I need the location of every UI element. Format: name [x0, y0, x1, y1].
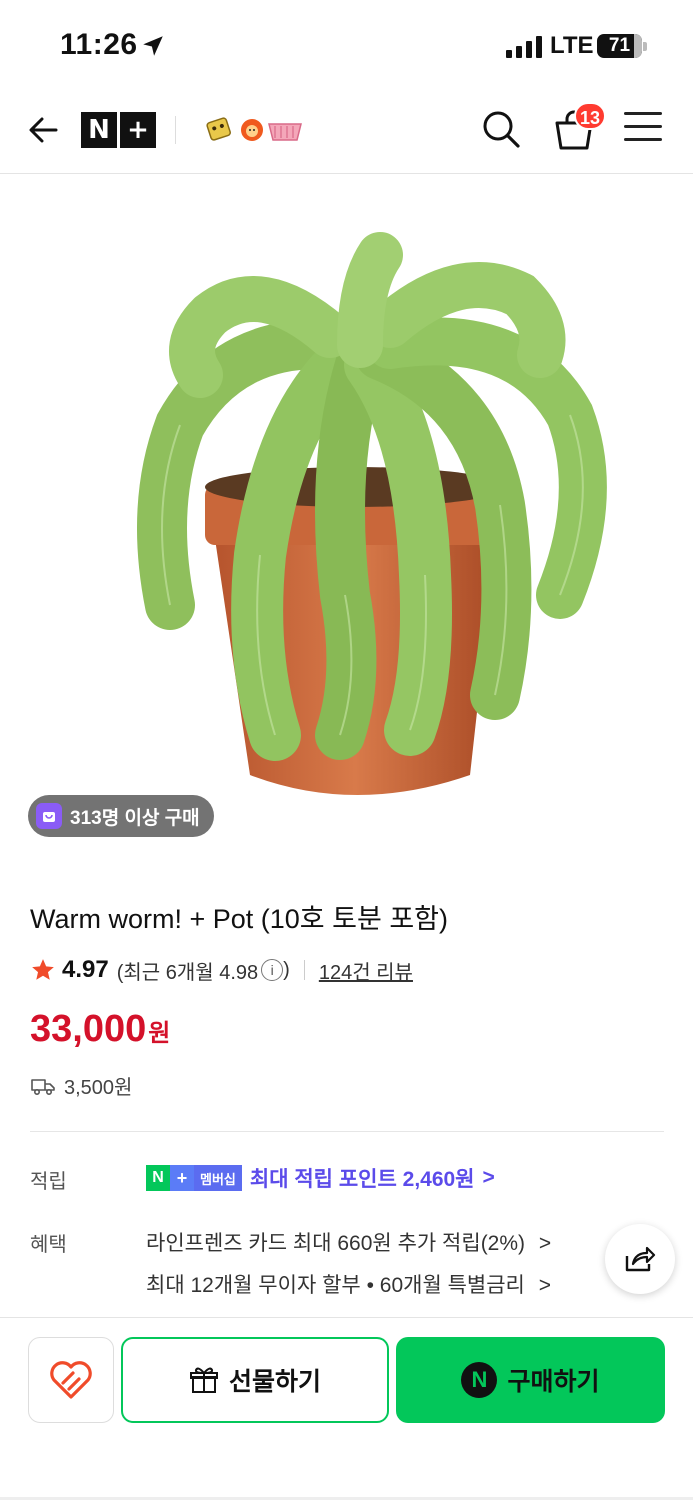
- rating-divider: [303, 960, 305, 980]
- shipping-row: 3,500원: [30, 1071, 132, 1100]
- info-icon[interactable]: i: [261, 959, 284, 981]
- chevron-right-icon: >: [538, 1232, 552, 1255]
- battery-icon: 71: [597, 34, 647, 58]
- shipping-fee: 3,500원: [64, 1077, 133, 1099]
- review-count-link[interactable]: 124건 리뷰: [319, 956, 413, 985]
- shopping-bag-icon: [36, 803, 62, 829]
- membership-points-link[interactable]: N + 멤버십 최대 적립 포인트 2,460원 >: [146, 1163, 495, 1193]
- logo-plus: +: [120, 112, 156, 148]
- card-benefit-text: 라인프렌즈 카드 최대 660원 추가 적립(2%): [146, 1232, 526, 1255]
- share-icon: [625, 1246, 656, 1272]
- signal-icon: [506, 36, 542, 58]
- benefit-label: 혜택: [30, 1234, 67, 1256]
- battery-level: 71: [608, 35, 631, 56]
- status-bar: 11:26 LTE 71: [0, 0, 693, 92]
- buy-button[interactable]: N 구매하기: [396, 1337, 665, 1423]
- back-arrow-icon[interactable]: [24, 110, 64, 150]
- store-logo-image[interactable]: [205, 112, 305, 148]
- star-icon: [32, 959, 54, 980]
- bottom-action-bar: 선물하기 N 구매하기: [0, 1317, 693, 1500]
- recent-rating-close: ): [283, 958, 290, 981]
- logo-n: N: [81, 112, 117, 148]
- chevron-right-icon: >: [482, 1166, 495, 1189]
- membership-label: 멤버십: [194, 1165, 242, 1191]
- buy-label: 구매하기: [507, 1368, 600, 1396]
- location-arrow-icon: [143, 36, 163, 56]
- membership-n: N: [146, 1165, 170, 1191]
- menu-icon[interactable]: [624, 112, 662, 146]
- price-row: 33,000 원: [30, 1008, 170, 1051]
- price-unit: 원: [148, 1020, 171, 1047]
- delivery-truck-icon: [31, 1078, 55, 1095]
- section-divider: [30, 1131, 664, 1132]
- naver-pay-icon: N: [461, 1362, 498, 1398]
- like-button[interactable]: [28, 1337, 114, 1423]
- membership-plus: +: [170, 1165, 194, 1191]
- status-time: 11:26: [60, 28, 138, 61]
- rating-row: 4.97 (최근 6개월 4.98 i ) 124건 리뷰: [30, 955, 413, 985]
- max-points-text: 최대 적립 포인트 2,460원: [249, 1168, 475, 1191]
- buyers-count-badge: 313명 이상 구매: [28, 795, 214, 837]
- gift-label: 선물하기: [228, 1368, 321, 1396]
- naver-plus-membership-badge: N + 멤버십: [146, 1165, 242, 1191]
- installment-benefit-text: 최대 12개월 무이자 할부 • 60개월 특별금리: [146, 1274, 525, 1297]
- heart-icon: [50, 1361, 92, 1399]
- share-button[interactable]: [605, 1224, 675, 1294]
- cart-count-badge: 13: [574, 102, 607, 130]
- rating-score: 4.97: [62, 956, 109, 983]
- buyers-count-text: 313명 이상 구매: [70, 807, 200, 829]
- search-icon[interactable]: [480, 108, 522, 150]
- naver-plus-store-logo[interactable]: N +: [81, 112, 157, 148]
- chevron-right-icon: >: [538, 1274, 551, 1297]
- product-title: Warm worm! + Pot (10호 토분 포함): [30, 904, 448, 934]
- gift-icon: [189, 1367, 218, 1393]
- installment-benefit-link[interactable]: 최대 12개월 무이자 할부 • 60개월 특별금리 >: [146, 1269, 551, 1299]
- price-amount: 33,000: [30, 1008, 147, 1050]
- recent-rating: (최근 6개월 4.98: [116, 961, 259, 984]
- points-label: 적립: [30, 1171, 67, 1193]
- gift-button[interactable]: 선물하기: [121, 1337, 389, 1423]
- product-image[interactable]: [0, 175, 693, 865]
- header-divider: [175, 116, 176, 144]
- network-label: LTE: [550, 32, 594, 59]
- top-navigation: N + 13: [0, 92, 693, 174]
- card-benefit-link[interactable]: 라인프렌즈 카드 최대 660원 추가 적립(2%) >: [146, 1227, 551, 1257]
